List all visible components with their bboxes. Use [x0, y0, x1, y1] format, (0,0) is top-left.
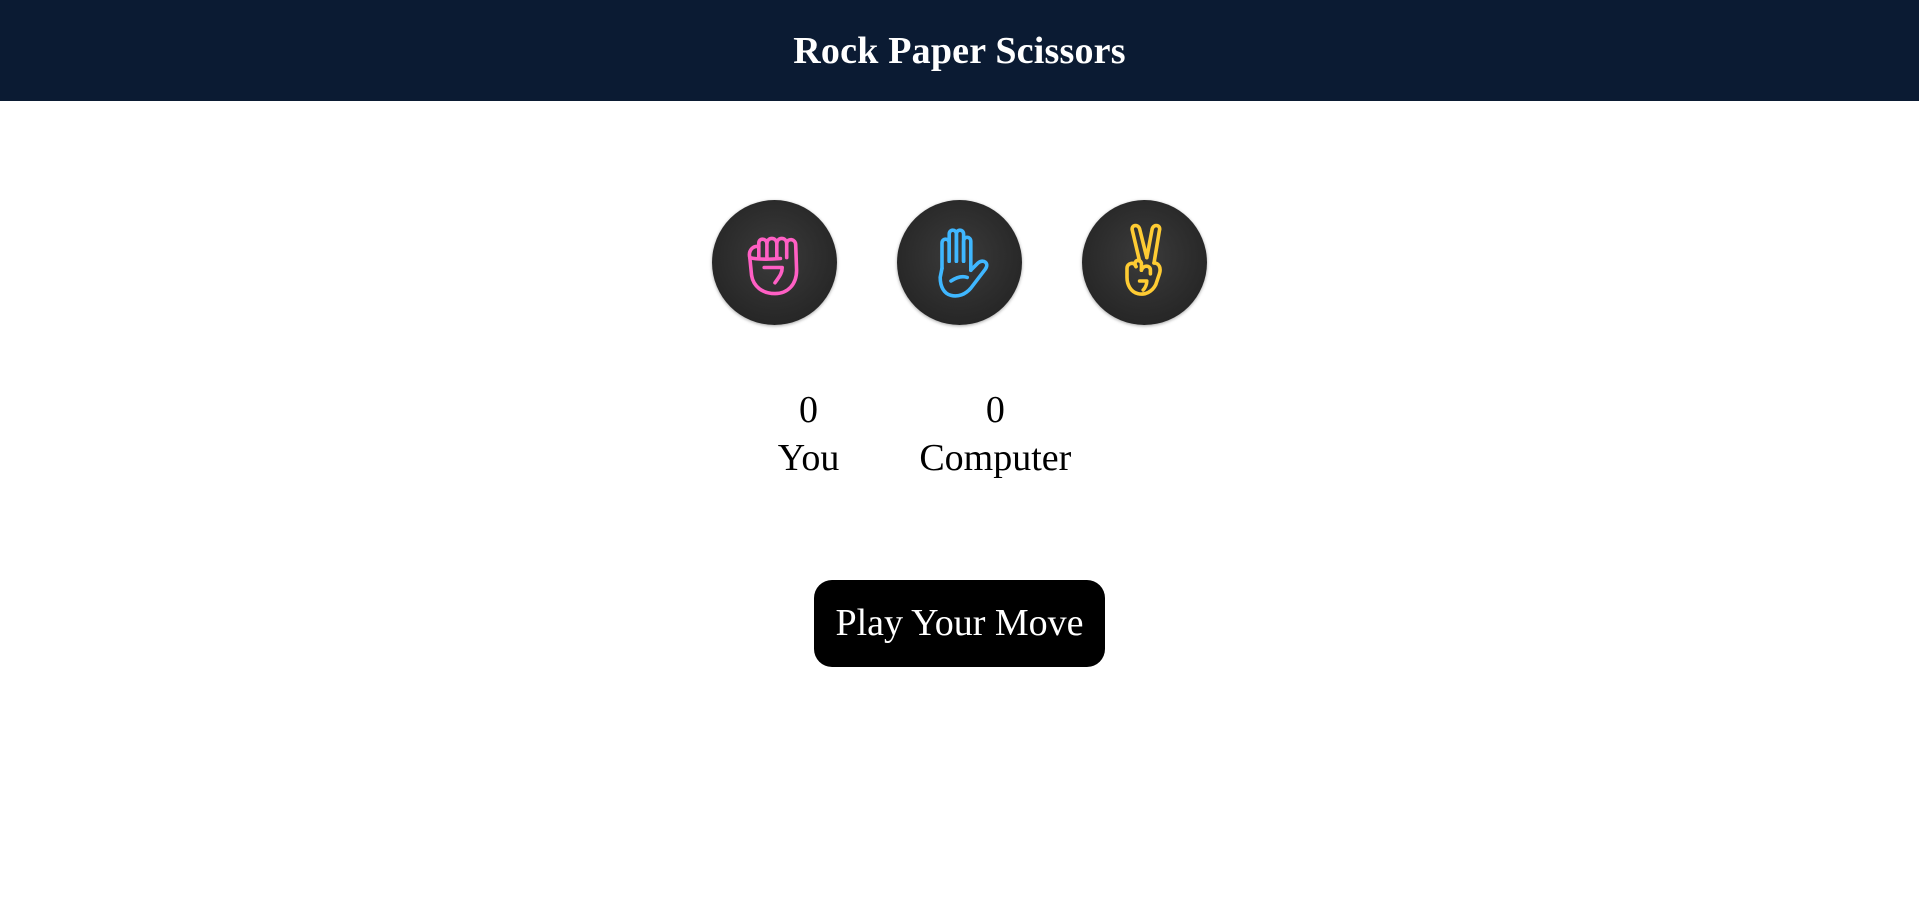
user-score: 0	[799, 389, 818, 431]
open-hand-icon	[937, 227, 989, 298]
user-score-label: You	[777, 437, 840, 479]
computer-score-block: 0 Computer	[919, 386, 1071, 482]
scissors-choice-button[interactable]	[1082, 200, 1207, 325]
paper-choice-button[interactable]	[897, 200, 1022, 325]
app-header: Rock Paper Scissors	[0, 0, 1919, 101]
page-title: Rock Paper Scissors	[793, 29, 1126, 72]
scoreboard: 0 You 0 Computer	[0, 386, 1919, 482]
computer-score-label: Computer	[919, 437, 1072, 479]
choices-container	[0, 200, 1919, 325]
message-container: Play Your Move	[0, 580, 1919, 667]
fist-icon	[747, 236, 798, 295]
computer-score: 0	[985, 389, 1005, 431]
message-box: Play Your Move	[814, 580, 1105, 667]
user-score-block: 0 You	[778, 386, 840, 482]
peace-hand-icon	[1124, 223, 1162, 296]
rock-choice-button[interactable]	[712, 200, 837, 325]
